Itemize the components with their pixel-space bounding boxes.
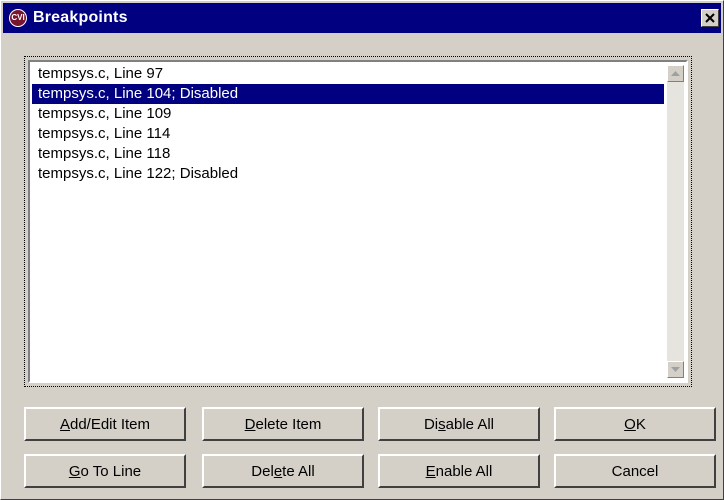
breakpoint-list-focus-frame: tempsys.c, Line 97 tempsys.c, Line 104; D… bbox=[24, 56, 692, 387]
breakpoint-list[interactable]: tempsys.c, Line 97 tempsys.c, Line 104; D… bbox=[28, 60, 688, 383]
breakpoint-list-item[interactable]: tempsys.c, Line 109 bbox=[32, 104, 664, 124]
breakpoints-dialog: CVI Breakpoints tempsys.c, Line 97 tempsy… bbox=[0, 0, 724, 500]
ok-button[interactable]: OK bbox=[554, 407, 716, 441]
accelerator-key: A bbox=[59, 415, 70, 433]
breakpoint-items: tempsys.c, Line 97 tempsys.c, Line 104; D… bbox=[32, 64, 664, 184]
accelerator-key: O bbox=[624, 415, 636, 433]
add-edit-item-button[interactable]: Add/Edit Item bbox=[24, 407, 186, 441]
delete-item-button[interactable]: Delete Item bbox=[202, 407, 364, 441]
accelerator-key: D bbox=[244, 415, 256, 433]
delete-all-button[interactable]: Del e te All bbox=[202, 454, 364, 488]
x-icon bbox=[705, 13, 715, 23]
label-post: o To Line bbox=[80, 462, 142, 480]
breakpoint-list-item[interactable]: tempsys.c, Line 118 bbox=[32, 144, 664, 164]
close-button[interactable] bbox=[701, 9, 719, 27]
cancel-button[interactable]: Cancel bbox=[554, 454, 716, 488]
window-title: Breakpoints bbox=[33, 9, 128, 26]
enable-all-button[interactable]: Enable All bbox=[378, 454, 540, 488]
label-post: te All bbox=[282, 462, 315, 480]
label-pre: Cancel bbox=[611, 462, 659, 480]
scroll-down-button[interactable] bbox=[667, 361, 684, 378]
title-bar[interactable]: CVI Breakpoints bbox=[3, 3, 721, 33]
breakpoint-list-item[interactable]: tempsys.c, Line 97 bbox=[32, 64, 664, 84]
accelerator-key: G bbox=[68, 462, 81, 480]
disable-all-button[interactable]: Di s able All bbox=[378, 407, 540, 441]
arrow-up-icon bbox=[671, 71, 680, 76]
label-post: able All bbox=[445, 415, 495, 433]
arrow-down-icon bbox=[671, 367, 680, 372]
accelerator-key: s bbox=[438, 415, 446, 433]
breakpoint-list-item[interactable]: tempsys.c, Line 104; Disabled bbox=[32, 84, 664, 104]
label-post: K bbox=[635, 415, 646, 433]
breakpoint-list-item[interactable]: tempsys.c, Line 122; Disabled bbox=[32, 164, 664, 184]
label-pre: Del bbox=[251, 462, 274, 480]
label-post: nable All bbox=[435, 462, 493, 480]
label-post: dd/Edit Item bbox=[69, 415, 151, 433]
go-to-line-button[interactable]: Go To Line bbox=[24, 454, 186, 488]
label-pre: Di bbox=[423, 415, 439, 433]
vertical-scrollbar[interactable] bbox=[667, 65, 684, 378]
cvi-app-icon: CVI bbox=[9, 9, 27, 27]
scroll-up-button[interactable] bbox=[667, 65, 684, 82]
accelerator-key: e bbox=[273, 462, 283, 480]
label-post: elete Item bbox=[255, 415, 322, 433]
breakpoint-list-item[interactable]: tempsys.c, Line 114 bbox=[32, 124, 664, 144]
accelerator-key: E bbox=[425, 462, 436, 480]
